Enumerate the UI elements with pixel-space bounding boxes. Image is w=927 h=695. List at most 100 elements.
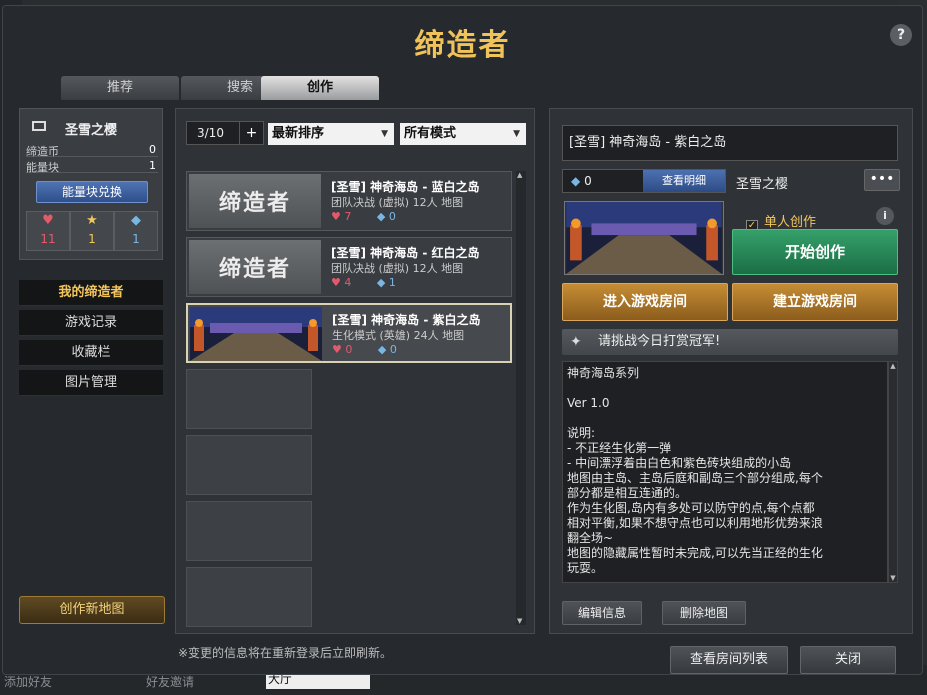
- single-create-label: 单人创作: [764, 215, 817, 230]
- menu-my-creator[interactable]: 我的缔造者: [19, 280, 163, 306]
- empty-map-slot: [186, 435, 312, 495]
- map-thumbnail: 缔造者: [189, 240, 321, 294]
- scroll-down-icon[interactable]: ▼: [517, 617, 522, 625]
- creator-dialog: 缔造者 ? 推荐 搜索 创作 圣雪之樱 缔造币 0 能量块 1 能量块兑换 ♥ …: [2, 5, 923, 675]
- map-title: [圣雪] 神奇海岛 - 紫白之岛: [332, 313, 481, 327]
- gem-icon: ◆: [376, 276, 386, 289]
- chevron-down-icon: ▼: [513, 129, 520, 139]
- stat-stars: ★ 1: [70, 211, 114, 251]
- star-icon: ★: [86, 213, 98, 228]
- menu-image-management[interactable]: 图片管理: [19, 370, 163, 396]
- create-room-button[interactable]: 建立游戏房间: [732, 283, 898, 321]
- more-options-button[interactable]: •••: [864, 169, 900, 191]
- empty-map-slot: [186, 369, 312, 429]
- stat-stars-value: 1: [88, 232, 96, 246]
- currency-row: 缔造币 0: [26, 143, 158, 158]
- stat-gems-value: 1: [132, 232, 140, 246]
- gem-count: 0: [388, 210, 396, 223]
- like-count: 4: [344, 276, 352, 289]
- empty-map-slot: [186, 501, 312, 561]
- currency-label: 缔造币: [26, 145, 59, 158]
- map-list-panel: 3/10 + 最新排序 ▼ 所有模式 ▼ 缔造者 [圣雪] 神奇海岛 - 蓝白之…: [175, 108, 535, 634]
- menu-favorites[interactable]: 收藏栏: [19, 340, 163, 366]
- map-list-item[interactable]: 缔造者 [圣雪] 神奇海岛 - 蓝白之岛 团队决战 (虚拟) 12人 地图 ♥ …: [186, 171, 512, 231]
- help-button[interactable]: ?: [890, 24, 912, 46]
- map-title: [圣雪] 神奇海岛 - 蓝白之岛: [331, 180, 480, 194]
- footer-note: ※变更的信息将在重新登录后立即刷新。: [178, 646, 393, 660]
- description-scrollbar[interactable]: ▲ ▼: [888, 361, 898, 583]
- map-preview-image: [190, 307, 322, 361]
- empty-map-slot: [186, 567, 312, 627]
- chevron-down-icon: ▼: [381, 129, 388, 139]
- challenge-text: 请挑战今日打赏冠军!: [598, 334, 721, 349]
- map-thumbnail: 缔造者: [189, 174, 321, 228]
- edit-info-button[interactable]: 编辑信息: [562, 601, 642, 625]
- scroll-up-icon[interactable]: ▲: [889, 362, 897, 370]
- map-stats: ♥ 0 ◆ 0: [332, 343, 397, 356]
- detail-map-title: [圣雪] 神奇海岛 - 紫白之岛: [562, 125, 898, 161]
- energy-value: 1: [149, 159, 156, 172]
- scroll-down-icon[interactable]: ▼: [889, 574, 897, 582]
- map-mode: 团队决战 (虚拟) 12人 地图: [331, 262, 464, 275]
- profile-card: 圣雪之樱 缔造币 0 能量块 1 能量块兑换 ♥ 11 ★ 1 ◆ 1: [19, 108, 163, 260]
- currency-value: 0: [149, 143, 156, 156]
- gem-icon: ◆: [376, 210, 386, 223]
- dialog-title: 缔造者: [414, 28, 511, 63]
- sort-select[interactable]: 最新排序 ▼: [268, 123, 394, 145]
- energy-row: 能量块 1: [26, 159, 158, 174]
- stat-gems: ◆ 1: [114, 211, 158, 251]
- start-create-button[interactable]: 开始创作: [732, 229, 898, 275]
- mode-value: 所有模式: [404, 126, 457, 141]
- heart-icon: ♥: [331, 210, 341, 223]
- stat-likes: ♥ 11: [26, 211, 70, 251]
- energy-exchange-button[interactable]: 能量块兑换: [36, 181, 148, 203]
- detail-preview-image: [564, 201, 724, 275]
- map-list-item-selected[interactable]: [圣雪] 神奇海岛 - 紫白之岛 生化模式 (英雄) 24人 地图 ♥ 0 ◆ …: [186, 303, 512, 363]
- add-friend-link[interactable]: 添加好友: [4, 673, 52, 690]
- info-icon[interactable]: i: [876, 207, 894, 225]
- delete-map-button[interactable]: 删除地图: [662, 601, 746, 625]
- creator-logo: 缔造者: [218, 257, 291, 282]
- tab-recommend[interactable]: 推荐: [61, 76, 179, 100]
- view-room-list-button[interactable]: 查看房间列表: [670, 646, 788, 674]
- map-mode: 团队决战 (虚拟) 12人 地图: [331, 196, 464, 209]
- author-name: 圣雪之樱: [736, 177, 789, 192]
- page-indicator: 3/10 +: [186, 121, 264, 145]
- page-number: 3/10: [197, 126, 224, 140]
- gem-count-display: ◆ 0: [571, 174, 592, 188]
- heart-icon: ♥: [42, 213, 54, 228]
- gem-icon: ◆: [571, 174, 581, 188]
- add-page-button[interactable]: +: [239, 122, 263, 144]
- list-scrollbar[interactable]: ▲ ▼: [516, 171, 526, 625]
- map-detail-panel: [圣雪] 神奇海岛 - 紫白之岛 ◆ 0 查看明细 圣雪之樱 ••• ✓ 单人创作…: [549, 108, 913, 634]
- close-button[interactable]: 关闭: [800, 646, 896, 674]
- gem-icon: ◆: [131, 213, 141, 228]
- gem-box: ◆ 0 查看明细: [562, 169, 726, 193]
- gem-count: 0: [389, 343, 397, 356]
- stat-likes-value: 11: [40, 232, 56, 246]
- enter-room-button[interactable]: 进入游戏房间: [562, 283, 728, 321]
- tab-create[interactable]: 创作: [261, 76, 379, 100]
- creator-logo: 缔造者: [218, 191, 291, 216]
- map-list-item[interactable]: 缔造者 [圣雪] 神奇海岛 - 红白之岛 团队决战 (虚拟) 12人 地图 ♥ …: [186, 237, 512, 297]
- friend-invite-link[interactable]: 好友邀请: [146, 673, 194, 690]
- heart-icon: ♥: [331, 276, 341, 289]
- map-stats: ♥ 4 ◆ 1: [331, 276, 396, 289]
- energy-label: 能量块: [26, 161, 59, 174]
- detail-gem-count: 0: [584, 174, 592, 188]
- gem-icon: ◆: [377, 343, 387, 356]
- challenge-banner[interactable]: ✦ 请挑战今日打赏冠军!: [562, 329, 898, 355]
- view-detail-button[interactable]: 查看明细: [643, 170, 725, 192]
- trophy-icon: ✦: [570, 334, 582, 350]
- menu-game-records[interactable]: 游戏记录: [19, 310, 163, 336]
- profile-name: 圣雪之樱: [64, 123, 117, 138]
- mode-select[interactable]: 所有模式 ▼: [400, 123, 526, 145]
- scroll-up-icon[interactable]: ▲: [517, 171, 522, 179]
- map-stats: ♥ 7 ◆ 0: [331, 210, 396, 223]
- map-title: [圣雪] 神奇海岛 - 红白之岛: [331, 246, 480, 260]
- heart-icon: ♥: [332, 343, 342, 356]
- like-count: 0: [345, 343, 353, 356]
- create-new-map-button[interactable]: 创作新地图: [19, 596, 165, 624]
- sort-value: 最新排序: [272, 126, 325, 141]
- map-mode: 生化模式 (英雄) 24人 地图: [332, 329, 465, 342]
